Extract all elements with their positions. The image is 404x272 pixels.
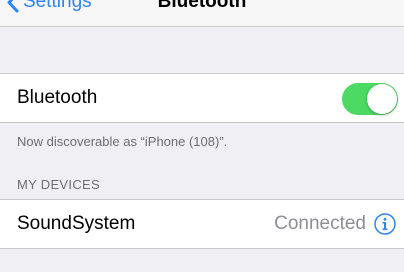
info-icon[interactable] [374,213,396,235]
discoverable-note: Now discoverable as “iPhone (108)”. [17,134,228,149]
my-devices-header: MY DEVICES [17,177,100,192]
page-title: Bluetooth [157,0,247,12]
navigation-bar: Settings Bluetooth [0,0,404,27]
bluetooth-toggle[interactable] [342,83,398,115]
device-name: SoundSystem [17,213,136,234]
device-row-soundsystem[interactable]: SoundSystem Connected [0,199,404,249]
bluetooth-row: Bluetooth [0,73,404,123]
toggle-knob [367,84,397,114]
bluetooth-label: Bluetooth [17,87,98,108]
device-status: Connected [274,213,366,234]
